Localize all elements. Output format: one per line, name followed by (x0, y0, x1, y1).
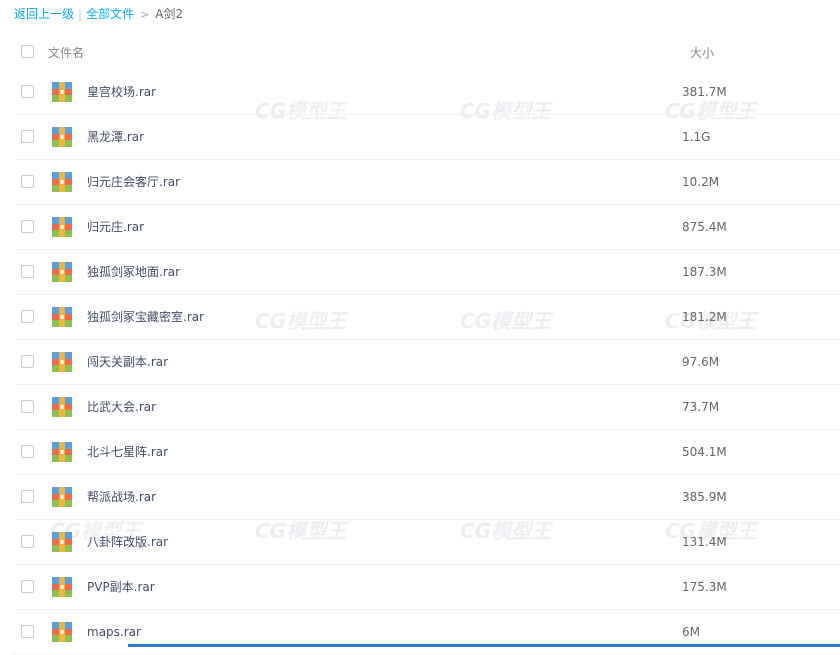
file-name[interactable]: 北斗七星阵.rar (87, 444, 168, 460)
archive-file-icon (52, 127, 72, 147)
archive-file-icon (52, 577, 72, 597)
file-name[interactable]: maps.rar (87, 624, 141, 640)
file-row[interactable]: 闯天关副本.rar 97.6M (0, 340, 840, 385)
file-row[interactable]: 八卦阵改版.rar 131.4M (0, 520, 840, 565)
all-files-link[interactable]: 全部文件 (86, 7, 134, 21)
file-name[interactable]: 独孤剑冢地面.rar (87, 264, 180, 280)
file-name[interactable]: 独孤剑冢宝藏密室.rar (87, 309, 204, 325)
file-row[interactable]: maps.rar 6M (0, 610, 840, 655)
file-name[interactable]: 皇宫校场.rar (87, 84, 156, 100)
file-size: 181.2M (682, 310, 727, 324)
row-checkbox[interactable] (21, 400, 34, 413)
file-size: 6M (682, 625, 700, 639)
row-checkbox[interactable] (21, 355, 34, 368)
row-checkbox[interactable] (21, 265, 34, 278)
file-row[interactable]: 皇宫校场.rar 381.7M (0, 70, 840, 115)
archive-file-icon (52, 442, 72, 462)
file-size: 1.1G (682, 130, 711, 144)
file-row[interactable]: 黑龙潭.rar 1.1G (0, 115, 840, 160)
file-size: 73.7M (682, 400, 720, 414)
file-row[interactable]: 归元庄.rar 875.4M (0, 205, 840, 250)
file-size: 175.3M (682, 580, 727, 594)
file-size: 131.4M (682, 535, 727, 549)
archive-file-icon (52, 172, 72, 192)
row-checkbox[interactable] (21, 130, 34, 143)
row-checkbox[interactable] (21, 580, 34, 593)
file-row[interactable]: 北斗七星阵.rar 504.1M (0, 430, 840, 475)
file-name[interactable]: PVP副本.rar (87, 579, 155, 595)
archive-file-icon (52, 217, 72, 237)
file-row[interactable]: PVP副本.rar 175.3M (0, 565, 840, 610)
list-header: 文件名 大小 (0, 38, 840, 68)
archive-file-icon (52, 82, 72, 102)
archive-file-icon (52, 487, 72, 507)
file-name[interactable]: 归元庄会客厅.rar (87, 174, 180, 190)
file-name[interactable]: 帮派战场.rar (87, 489, 156, 505)
archive-file-icon (52, 622, 72, 642)
file-size: 381.7M (682, 85, 727, 99)
file-row[interactable]: 帮派战场.rar 385.9M (0, 475, 840, 520)
row-checkbox[interactable] (21, 175, 34, 188)
file-row[interactable]: 独孤剑冢地面.rar 187.3M (0, 250, 840, 295)
back-link[interactable]: 返回上一级 (14, 7, 74, 21)
breadcrumb-arrow: > (140, 8, 150, 21)
row-checkbox[interactable] (21, 490, 34, 503)
breadcrumb: 返回上一级 | 全部文件 > A剑2 (14, 6, 183, 22)
column-header-name[interactable]: 文件名 (48, 44, 84, 61)
file-name[interactable]: 比武大会.rar (87, 399, 156, 415)
row-checkbox[interactable] (21, 625, 34, 638)
row-checkbox[interactable] (21, 85, 34, 98)
file-size: 187.3M (682, 265, 727, 279)
file-name[interactable]: 黑龙潭.rar (87, 129, 144, 145)
file-size: 97.6M (682, 355, 720, 369)
column-header-size[interactable]: 大小 (690, 44, 714, 61)
archive-file-icon (52, 352, 72, 372)
file-size: 385.9M (682, 490, 727, 504)
file-row[interactable]: 独孤剑冢宝藏密室.rar 181.2M (0, 295, 840, 340)
select-all-checkbox[interactable] (21, 45, 34, 58)
row-checkbox[interactable] (21, 445, 34, 458)
current-folder: A剑2 (155, 7, 184, 21)
file-row[interactable]: 比武大会.rar 73.7M (0, 385, 840, 430)
file-size: 10.2M (682, 175, 720, 189)
file-size: 875.4M (682, 220, 727, 234)
archive-file-icon (52, 397, 72, 417)
file-row[interactable]: 归元庄会客厅.rar 10.2M (0, 160, 840, 205)
archive-file-icon (52, 307, 72, 327)
file-name[interactable]: 闯天关副本.rar (87, 354, 168, 370)
file-name[interactable]: 归元庄.rar (87, 219, 144, 235)
archive-file-icon (52, 262, 72, 282)
archive-file-icon (52, 532, 72, 552)
row-checkbox[interactable] (21, 220, 34, 233)
row-checkbox[interactable] (21, 535, 34, 548)
row-checkbox[interactable] (21, 310, 34, 323)
breadcrumb-separator: | (78, 7, 83, 21)
file-size: 504.1M (682, 445, 727, 459)
file-name[interactable]: 八卦阵改版.rar (87, 534, 168, 550)
